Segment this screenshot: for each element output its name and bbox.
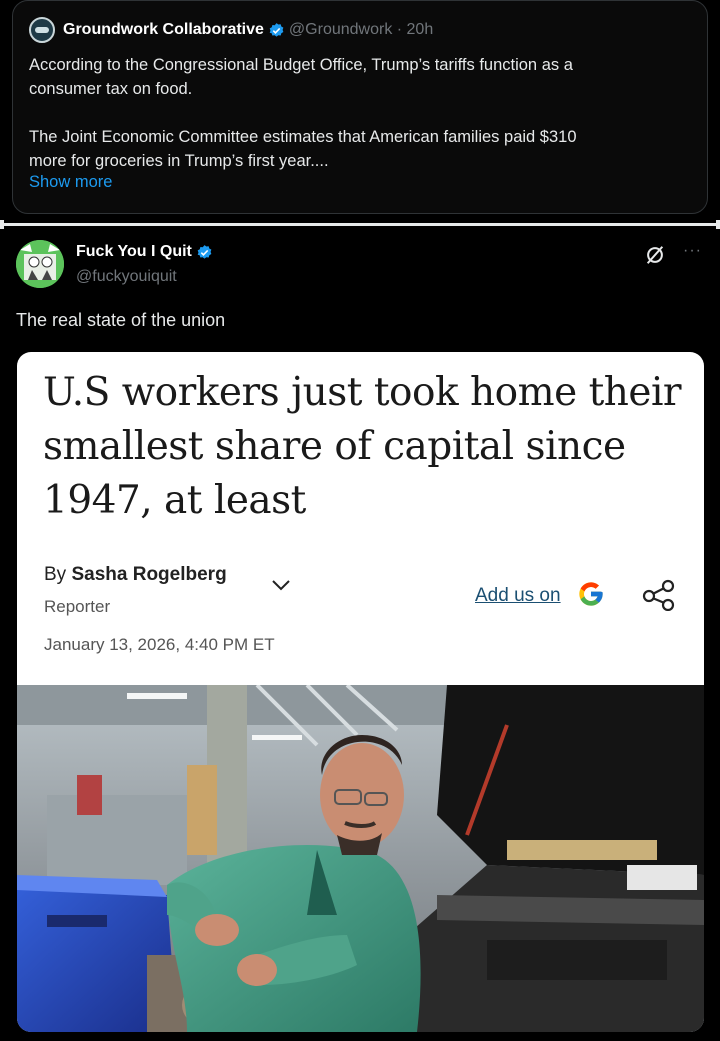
chevron-down-icon	[272, 580, 290, 591]
article-date: January 13, 2026, 4:40 PM ET	[44, 635, 275, 654]
byline-author: Sasha Rogelberg	[71, 564, 227, 585]
byline-prefix: By	[44, 564, 67, 585]
author-name[interactable]: Fuck You I Quit	[76, 243, 192, 261]
tweet-header: Fuck You I Quit @fuckyouiquit ···	[16, 240, 706, 292]
share-icon	[642, 579, 675, 611]
quoted-tweet-header: Groundwork Collaborative @Groundwork · 2…	[29, 15, 691, 45]
quoted-author-handle-time[interactable]: @Groundwork · 20h	[289, 21, 433, 39]
author-name-row: Fuck You I Quit	[76, 243, 217, 261]
quoted-author-avatar[interactable]	[29, 17, 55, 43]
quoted-tweet-text: According to the Congressional Budget Of…	[29, 56, 577, 170]
article-image-card[interactable]: U.S workers just took home their smalles…	[17, 352, 704, 1032]
grok-icon[interactable]	[644, 244, 666, 266]
quoted-tweet-card[interactable]: Groundwork Collaborative @Groundwork · 2…	[12, 0, 708, 214]
quoted-author-name[interactable]: Groundwork Collaborative	[63, 21, 264, 39]
article-photo	[17, 685, 704, 1032]
add-us-on-google-link: Add us on	[475, 585, 561, 606]
author-role: Reporter	[44, 597, 111, 616]
avatar-illustration-icon	[16, 240, 64, 288]
more-options-icon[interactable]: ···	[683, 242, 702, 260]
verified-badge-icon	[269, 22, 284, 37]
author-handle[interactable]: @fuckyouiquit	[76, 268, 177, 286]
screenshot-divider	[0, 220, 720, 229]
show-more-link[interactable]: Show more	[29, 173, 112, 192]
mechanic-photo-illustration	[17, 685, 704, 1032]
verified-badge-icon	[197, 244, 212, 259]
google-logo-icon	[579, 582, 603, 606]
tweet-text: The real state of the union	[16, 310, 226, 330]
author-avatar[interactable]	[16, 240, 64, 288]
article-headline: U.S workers just took home their smalles…	[43, 370, 682, 523]
article-byline: By Sasha Rogelberg	[44, 564, 227, 586]
